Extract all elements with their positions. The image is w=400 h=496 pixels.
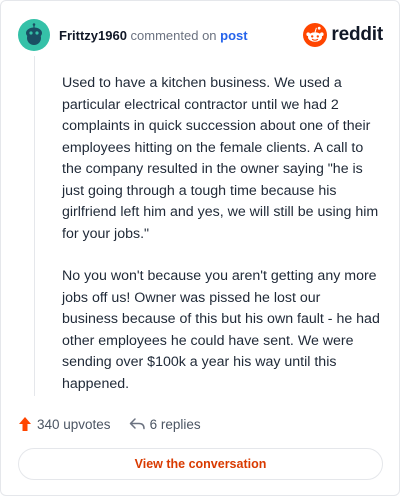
commented-on-text: commented on <box>130 27 217 43</box>
comment-meta: Frittzy1960 commented on post <box>59 28 248 43</box>
reddit-logo-icon <box>303 23 328 47</box>
view-conversation-button[interactable]: View the conversation <box>18 448 383 480</box>
comment-header: Frittzy1960 commented on post reddit <box>18 19 383 51</box>
upvotes-stat[interactable]: 340 upvotes <box>18 416 111 432</box>
upvotes-count: 340 upvotes <box>37 416 111 432</box>
replies-count: 6 replies <box>149 416 201 432</box>
thread-line <box>34 56 35 396</box>
upvote-arrow-icon <box>19 417 31 431</box>
comment-footer: 340 upvotes 6 replies <box>18 414 219 434</box>
reply-arrow-icon <box>129 418 145 430</box>
username[interactable]: Frittzy1960 <box>59 28 127 43</box>
comment-paragraph: No you won't because you aren't getting … <box>62 268 380 392</box>
comment-paragraph: Used to have a kitchen business. We used… <box>62 75 379 242</box>
snoo-avatar-icon[interactable] <box>18 19 50 51</box>
replies-stat[interactable]: 6 replies <box>129 417 201 432</box>
reddit-wordmark: reddit <box>331 24 383 45</box>
reddit-brand[interactable]: reddit <box>303 23 383 47</box>
post-link[interactable]: post <box>220 28 247 43</box>
comment-body: Used to have a kitchen business. We used… <box>62 73 380 416</box>
embedded-comment-card: Frittzy1960 commented on post reddit Use… <box>0 0 400 496</box>
